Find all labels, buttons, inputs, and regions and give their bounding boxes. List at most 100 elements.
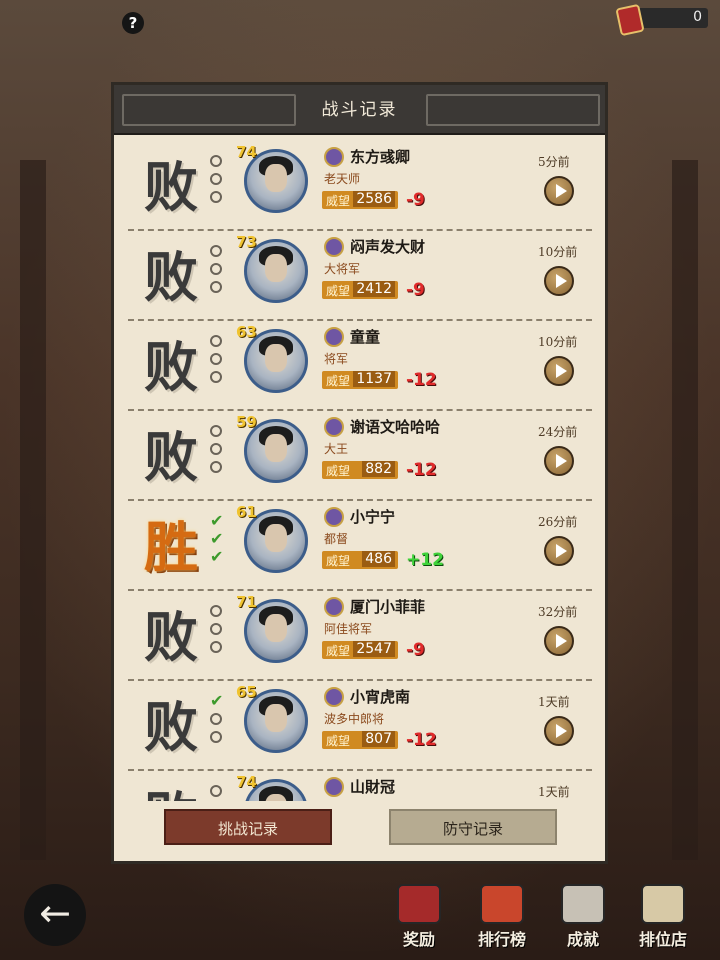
opponent-name: 闷声发大财 (350, 238, 426, 256)
prestige-value: 2412 (353, 281, 395, 297)
opponent-name: 厦门小菲菲 (350, 598, 426, 616)
achievements-button[interactable]: 成就 (552, 884, 614, 954)
prestige-box: 威望 2412 (322, 281, 398, 299)
rank-badge-icon (324, 417, 344, 437)
opponent-title: 大将军 (324, 262, 361, 276)
empty-circle-icon (210, 173, 222, 185)
record-list[interactable]: 败 74 东方彧卿 老天师 威望 2586 -9 5分前败 73 闷声发大财 大将军 威望 2412 -9… (128, 141, 592, 801)
round-indicators (210, 425, 228, 485)
opponent-name: 小宁宁 (350, 508, 396, 526)
battle-record-row: 败 71 厦门小菲菲 阿佳将军 威望 2547 -9 32分前 (128, 591, 592, 681)
prestige-change: -12 (406, 460, 437, 480)
currency-display: 0 (615, 3, 708, 37)
opponent-title: 大王 (324, 442, 349, 456)
round-indicators (210, 785, 228, 801)
result-badge: 败 (144, 425, 198, 489)
empty-circle-icon (210, 425, 222, 437)
rank-badge-icon (324, 147, 344, 167)
opponent-level: 59 (236, 413, 257, 431)
help-icon[interactable]: ? (122, 12, 144, 34)
result-badge: 败 (144, 245, 198, 309)
prestige-label: 威望 (326, 734, 351, 748)
avatar-face (265, 344, 287, 372)
empty-circle-icon (210, 353, 222, 365)
rank-badge-icon (324, 777, 344, 797)
prestige-change: -9 (406, 280, 425, 300)
replay-play-button[interactable] (544, 626, 574, 656)
rank-badge-icon (324, 687, 344, 707)
avatar-face (265, 614, 287, 642)
rewards-button[interactable]: 奖励 (388, 884, 450, 954)
prestige-box: 威望 1137 (322, 371, 398, 389)
prestige-value: 882 (362, 461, 395, 477)
round-indicators (210, 155, 228, 215)
ranking-label: 排行榜 (477, 930, 526, 949)
prestige-box: 威望 486 (322, 551, 398, 569)
round-indicators (210, 605, 228, 665)
result-badge: 败 (144, 155, 198, 219)
replay-play-button[interactable] (544, 716, 574, 746)
round-indicators (210, 245, 228, 305)
opponent-title: 波多中郎将 (324, 712, 385, 726)
prestige-change: -9 (406, 640, 425, 660)
opponent-name: 童童 (350, 328, 381, 346)
empty-circle-icon (210, 461, 222, 473)
tab-challenge-records[interactable]: 挑战记录 (164, 809, 332, 845)
tab-defense-records[interactable]: 防守记录 (389, 809, 557, 845)
rank-badge-icon (324, 237, 344, 257)
opponent-name: 山財冠 (350, 778, 396, 796)
avatar-face (265, 434, 287, 462)
result-badge: 败 (144, 695, 198, 759)
replay-play-button[interactable] (544, 536, 574, 566)
battle-record-row: 败 74 山財冠 1天前 (128, 771, 592, 801)
rewards-label: 奖励 (402, 930, 435, 949)
opponent-name: 谢语文哈哈哈 (350, 418, 441, 436)
prestige-label: 威望 (326, 554, 351, 568)
replay-play-button[interactable] (544, 176, 574, 206)
rank-badge-icon (324, 597, 344, 617)
prestige-change: -12 (406, 370, 437, 390)
record-time: 24分前 (538, 425, 578, 439)
replay-play-button[interactable] (544, 266, 574, 296)
record-time: 32分前 (538, 605, 578, 619)
avatar-face (265, 254, 287, 282)
battle-record-row: 败 73 闷声发大财大将军威望 2412 -9 10分前 (128, 231, 592, 321)
prestige-label: 威望 (326, 644, 351, 658)
ranking-button[interactable]: 排行榜 (466, 884, 538, 954)
opponent-title: 老天师 (324, 172, 361, 186)
background-pillar (20, 160, 46, 860)
prestige-box: 威望 882 (322, 461, 398, 479)
prestige-label: 威望 (326, 194, 351, 208)
panel-header: 战斗记录 (114, 85, 605, 135)
rank-badge-icon (324, 507, 344, 527)
record-time: 10分前 (538, 245, 578, 259)
opponent-level: 71 (236, 593, 257, 611)
empty-circle-icon (210, 785, 222, 797)
empty-circle-icon (210, 371, 222, 383)
empty-circle-icon (210, 605, 222, 617)
avatar-face (265, 704, 287, 732)
empty-circle-icon (210, 443, 222, 455)
opponent-level: 63 (236, 323, 257, 341)
result-badge: 败 (144, 605, 198, 669)
replay-play-button[interactable] (544, 446, 574, 476)
rank-shop-button[interactable]: 排位店 (632, 884, 694, 954)
replay-play-button[interactable] (544, 356, 574, 386)
opponent-level: 73 (236, 233, 257, 251)
empty-circle-icon (210, 713, 222, 725)
battle-record-row: 败 74 东方彧卿 老天师 威望 2586 -9 5分前 (128, 141, 592, 231)
back-button[interactable]: ← (24, 884, 86, 946)
opponent-level: 65 (236, 683, 257, 701)
opponent-level: 74 (236, 143, 257, 161)
prestige-value: 2547 (353, 641, 395, 657)
rank-shop-label: 排位店 (638, 930, 687, 949)
background-pillar (672, 160, 698, 860)
battle-record-row: 败 59 谢语文哈哈哈 大王威望 882 -12 24分前 (128, 411, 592, 501)
trophy-icon (561, 884, 605, 924)
empty-circle-icon (210, 263, 222, 275)
opponent-level: 61 (236, 503, 257, 521)
empty-circle-icon (210, 155, 222, 167)
prestige-box: 威望 2547 (322, 641, 398, 659)
result-badge: 败 (144, 335, 198, 399)
battle-record-row: 败 ✔ 65 小宵虎南 波多中郎将 威望 807 -12 1天前 (128, 681, 592, 771)
